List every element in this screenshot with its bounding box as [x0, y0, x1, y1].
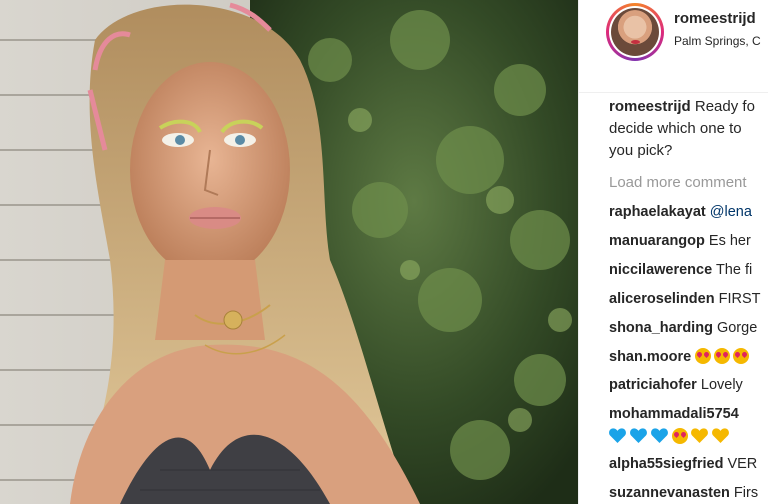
post-caption: romeestrijd Ready fo decide which one to…: [609, 96, 768, 162]
caption-line-2: decide which one to: [609, 120, 742, 137]
comment-item: shona_harding Gorge: [609, 320, 757, 336]
comment-item: manuarangop Es her: [609, 233, 751, 249]
comment-username[interactable]: shan.moore: [609, 349, 691, 365]
comment-mention[interactable]: @lena: [710, 204, 752, 220]
comment-item: aliceroselinden FIRST: [609, 291, 761, 307]
comment-item: alpha55siegfried VER: [609, 456, 757, 472]
kiss-emoji: [672, 428, 688, 444]
comment-item: raphaelakayat @lena: [609, 204, 752, 220]
comment-username[interactable]: patriciahofer: [609, 377, 697, 393]
heart-eyes-emoji: [714, 348, 731, 364]
comment-username[interactable]: mohammadali5754: [609, 406, 739, 422]
blue-heart-icon: [609, 428, 626, 443]
heart-eyes-emoji: [695, 348, 712, 364]
comment-username[interactable]: shona_harding: [609, 320, 713, 336]
comment-username[interactable]: suzannevanasten: [609, 485, 730, 501]
comment-username[interactable]: raphaelakayat: [609, 204, 706, 220]
yellow-heart-icon: [712, 428, 729, 443]
post-photo[interactable]: [0, 0, 578, 504]
comment-text: Firs: [733, 485, 759, 501]
comment-text: The fi: [715, 262, 753, 278]
load-more-comments-button[interactable]: Load more comment: [609, 174, 747, 191]
comment-item: niccilawerence The fi: [609, 262, 752, 278]
comment-text: Gorge: [716, 320, 758, 336]
caption-username[interactable]: romeestrijd: [609, 98, 691, 115]
comment-username[interactable]: aliceroselinden: [609, 291, 715, 307]
post-sidebar: romeestrijd Palm Springs, C romeestrijd …: [579, 0, 768, 504]
heart-eyes-emoji: [733, 348, 750, 364]
blue-heart-icon: [651, 428, 668, 443]
comment-item: suzannevanasten Firs: [609, 485, 758, 501]
comment-text: VER: [727, 456, 758, 472]
comment-username[interactable]: niccilawerence: [609, 262, 712, 278]
comment-item: shan.moore: [609, 348, 752, 365]
comment-username[interactable]: manuarangop: [609, 233, 705, 249]
blue-heart-icon: [630, 428, 647, 443]
avatar[interactable]: [606, 3, 664, 61]
post-image: [0, 0, 578, 504]
comment-username[interactable]: alpha55siegfried: [609, 456, 723, 472]
comment-text: FIRST: [718, 291, 761, 307]
comment-item: patriciahofer Lovely: [609, 377, 743, 393]
comment-text: Es her: [708, 233, 751, 249]
post-username[interactable]: romeestrijd: [674, 10, 756, 27]
comment-item: mohammadali5754: [609, 406, 739, 422]
caption-line-3: you pick?: [609, 142, 673, 159]
yellow-heart-icon: [691, 428, 708, 443]
post-header: romeestrijd Palm Springs, C: [579, 0, 768, 93]
caption-line-1: Ready fo: [694, 98, 755, 115]
comment-emoji-row: [609, 428, 733, 445]
post-location[interactable]: Palm Springs, C: [674, 34, 761, 48]
comment-text: Lovely: [700, 377, 743, 393]
